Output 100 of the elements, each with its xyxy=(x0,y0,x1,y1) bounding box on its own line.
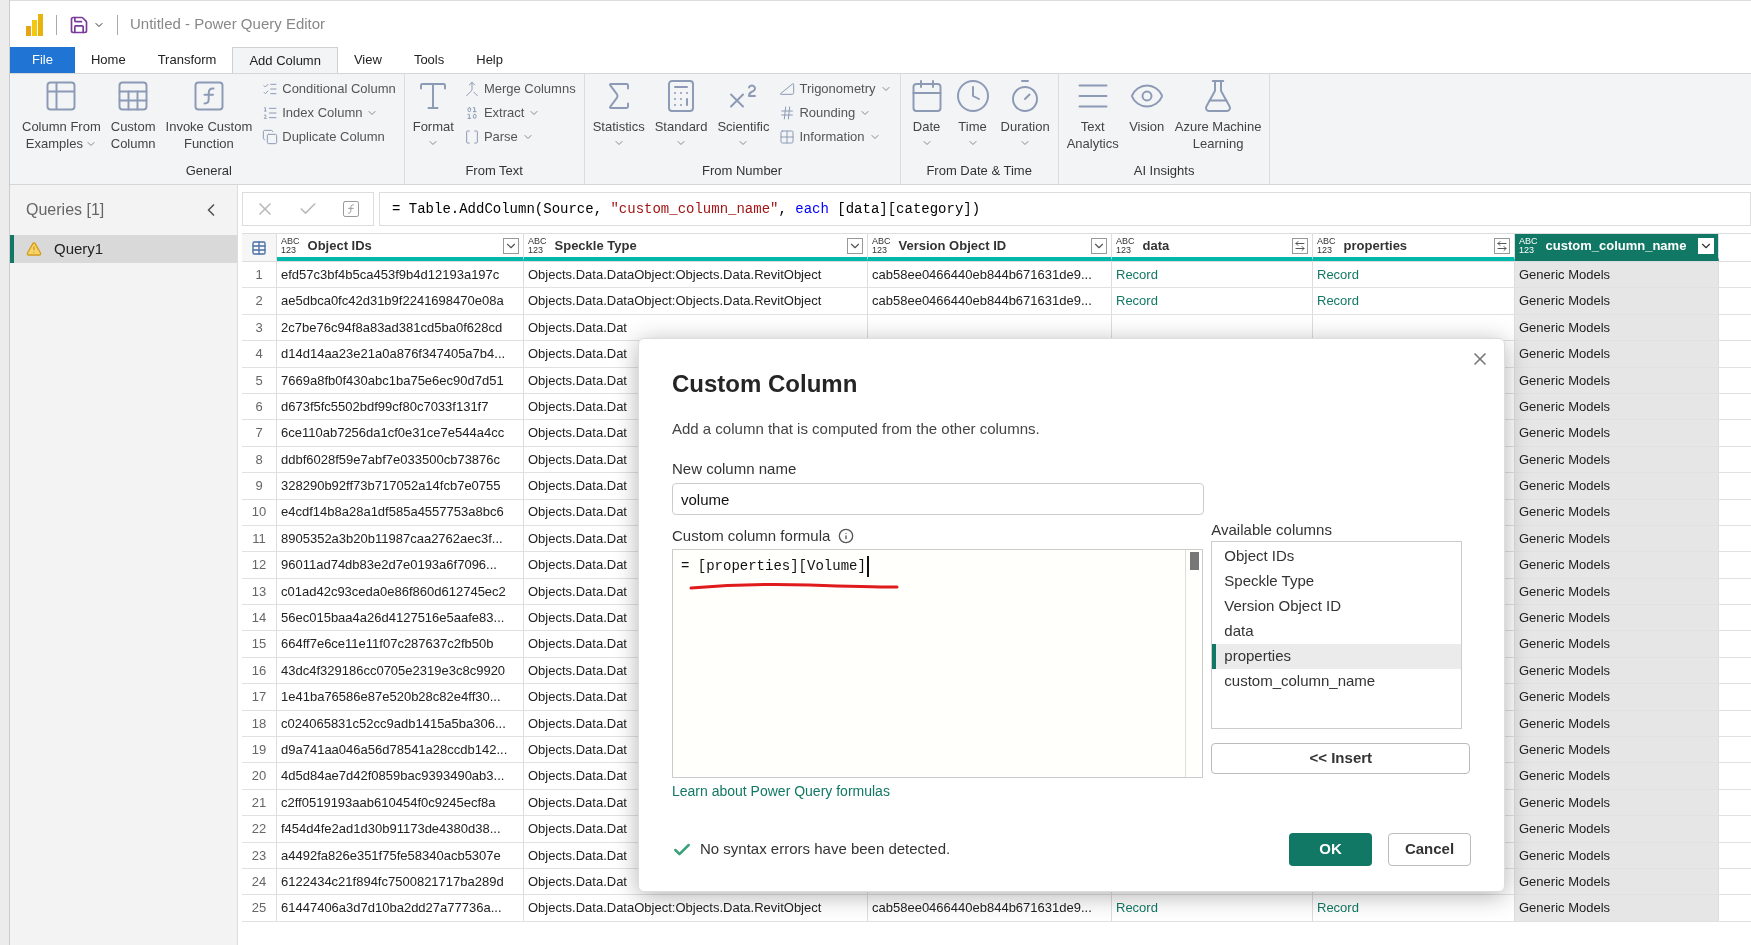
ribbon-tab[interactable]: Home xyxy=(74,47,142,73)
table-cell-text: d9a741aa046a56d78541a28ccdb142... xyxy=(281,740,508,759)
group-label: From Text xyxy=(464,161,524,180)
table-cell-text: Generic Models xyxy=(1519,477,1611,496)
function-icon[interactable] xyxy=(341,199,362,219)
ribbon-button[interactable]: Standard xyxy=(650,78,712,149)
table-cell-text: Objects.Data.Dat xyxy=(528,793,627,812)
app-logo-icon xyxy=(26,13,44,36)
column-list-item[interactable]: custom_column_name xyxy=(1212,669,1462,694)
table-cell-text: Objects.Data.DataObject:Objects.Data.RevitObject xyxy=(528,265,822,284)
table-menu-button[interactable] xyxy=(242,234,277,261)
row-number: 4 xyxy=(242,341,277,367)
table-cell-text: cab58ee0466440eb844b671631de9... xyxy=(872,265,1092,284)
ribbon-button[interactable]: Scientific xyxy=(713,78,774,149)
window-title: Untitled - Power Query Editor xyxy=(130,14,326,35)
ribbon-button[interactable]: Information xyxy=(779,126,892,147)
expand-icon[interactable] xyxy=(1292,237,1308,254)
formula-field[interactable]: = Table.AddColumn(Source, "custom_column_name", each [data][category]) xyxy=(379,192,1751,226)
ribbon-button[interactable]: Vision xyxy=(1124,78,1169,135)
ribbon-button[interactable]: Text Analytics xyxy=(1062,78,1123,152)
ribbon-button[interactable]: Format xyxy=(408,78,458,149)
table-cell-text: cab58ee0466440eb844b671631de9... xyxy=(872,899,1092,918)
table-cell-text: Generic Models xyxy=(1519,846,1611,865)
filter-icon[interactable] xyxy=(847,237,863,254)
table-cell-text: Generic Models xyxy=(1519,767,1611,786)
table-cell-text: Record xyxy=(1317,899,1359,918)
table-cell-text: d673f5fc5502bdf99cf80c7033f131f7 xyxy=(281,397,489,416)
ribbon-button[interactable]: Date xyxy=(904,78,949,149)
clock-icon xyxy=(954,78,991,114)
query-item[interactable]: Query1 xyxy=(10,235,237,263)
table-cell-text: 7669a8fb0f430abc1ba75e6ec90d7d51 xyxy=(281,371,504,390)
row-number: 11 xyxy=(242,525,277,552)
cancel-button[interactable]: Cancel xyxy=(1388,833,1471,866)
status-message: No syntax errors have been detected. xyxy=(700,839,951,860)
table-cell-text: 664ff7e6ce11e11f07c287637c2fb50b xyxy=(281,635,494,654)
table-cell-text: Objects.Data.Dat xyxy=(528,846,627,865)
table-cell-text: Objects.Data.Dat xyxy=(528,345,627,364)
table-cell-text: Record xyxy=(1317,292,1359,311)
save-icon[interactable] xyxy=(69,14,89,35)
ribbon-tab[interactable]: File xyxy=(10,47,75,73)
ribbon-button[interactable]: Statistics xyxy=(588,78,649,149)
table-cell-text: c01ad42c93ceda0e86f860d612745ec2 xyxy=(281,582,506,601)
ribbon-tab[interactable]: View xyxy=(337,47,398,73)
hash-icon xyxy=(779,104,796,121)
ribbon-tab[interactable]: Add Column xyxy=(232,47,338,73)
table-cell-text: efd57c3bf4b5ca453f9b4d12193a197c xyxy=(281,265,500,284)
row-number: 8 xyxy=(242,446,277,473)
ribbon-button[interactable]: Invoke Custom Function xyxy=(161,78,257,152)
column-list-item[interactable]: Version Object ID xyxy=(1212,594,1462,619)
table-cell-text: f454d4fe2ad1d30b91173de4380d38... xyxy=(281,820,501,839)
ribbon-tab[interactable]: Help xyxy=(460,47,519,73)
row-number: 9 xyxy=(242,473,277,499)
filter-icon[interactable] xyxy=(1091,237,1107,254)
column-name: data xyxy=(1142,236,1171,255)
ribbon-button[interactable]: Custom Column xyxy=(106,78,160,152)
group-label: General xyxy=(184,161,233,180)
formula-editor[interactable]: = [properties][Volume] xyxy=(672,549,1204,778)
table-cell-text: Generic Models xyxy=(1519,740,1611,759)
ribbon-button[interactable]: Trigonometry xyxy=(779,78,892,99)
insert-button[interactable]: << Insert xyxy=(1211,743,1471,774)
table-cell-text: d14d14aa23e21a0a876f347405a7b4... xyxy=(281,345,506,364)
ribbon-button[interactable]: Column From Examples xyxy=(18,78,105,152)
table-cell-text: Generic Models xyxy=(1519,529,1611,548)
column-list-item[interactable]: properties xyxy=(1212,644,1462,669)
table-cell-text: Record xyxy=(1116,265,1158,284)
ribbon-button[interactable]: Duration xyxy=(996,78,1054,149)
ok-button[interactable]: OK xyxy=(1289,833,1372,866)
ribbon-button[interactable]: Duplicate Column xyxy=(262,126,396,147)
ribbon-button[interactable]: Conditional Column xyxy=(262,78,396,99)
ribbon-button[interactable]: Azure Machine Learning xyxy=(1170,78,1266,152)
table-icon xyxy=(251,239,267,256)
ribbon-button[interactable]: Extract xyxy=(463,102,576,123)
ribbon-button[interactable]: Index Column xyxy=(262,102,396,123)
ribbon-tab[interactable]: Tools xyxy=(397,47,461,73)
ribbon-button[interactable]: Merge Columns xyxy=(463,78,576,99)
column-list-item[interactable]: Object IDs xyxy=(1212,544,1462,569)
row-number: 6 xyxy=(242,393,277,420)
row-number: 3 xyxy=(242,314,277,341)
table-cell-text: Generic Models xyxy=(1519,714,1611,733)
table-cell-text: 2c7be76c94f8a83ad381cd5ba0f628cd xyxy=(281,318,503,337)
table-cell-text: Generic Models xyxy=(1519,609,1611,627)
table-cell-text: Generic Models xyxy=(1519,661,1611,680)
ribbon-tab[interactable]: Transform xyxy=(141,47,233,73)
type-label: ABC 123 xyxy=(1519,236,1538,255)
expand-icon[interactable] xyxy=(1494,237,1510,254)
column-list-item[interactable]: Speckle Type xyxy=(1212,569,1462,594)
column-name-field[interactable]: volume xyxy=(672,483,1204,515)
filter-icon[interactable] xyxy=(503,237,519,254)
table-cell-text: Objects.Data.DataObject:Objects.Data.RevitObject xyxy=(528,292,822,311)
learn-link[interactable]: Learn about Power Query formulas xyxy=(672,781,1204,802)
table-cell-text: 6ce110ab7256da1cf0e31ce7e544a4cc xyxy=(281,424,505,443)
table-cell-text: e4cdf14b8a28a1df585a4557753a8bc6 xyxy=(281,503,504,522)
table-cell-text: Objects.Data.Dat xyxy=(528,661,627,680)
table-cell-text: Generic Models xyxy=(1519,582,1611,601)
ribbon-button[interactable]: Time xyxy=(950,78,995,149)
ribbon-button[interactable]: Parse xyxy=(463,126,576,147)
info-icon[interactable] xyxy=(838,528,855,544)
table-cell-text: 56ec015baa4a26d4127516e5aafe83... xyxy=(281,609,505,627)
column-list-item[interactable]: data xyxy=(1212,619,1462,644)
ribbon-button[interactable]: Rounding xyxy=(779,102,892,123)
